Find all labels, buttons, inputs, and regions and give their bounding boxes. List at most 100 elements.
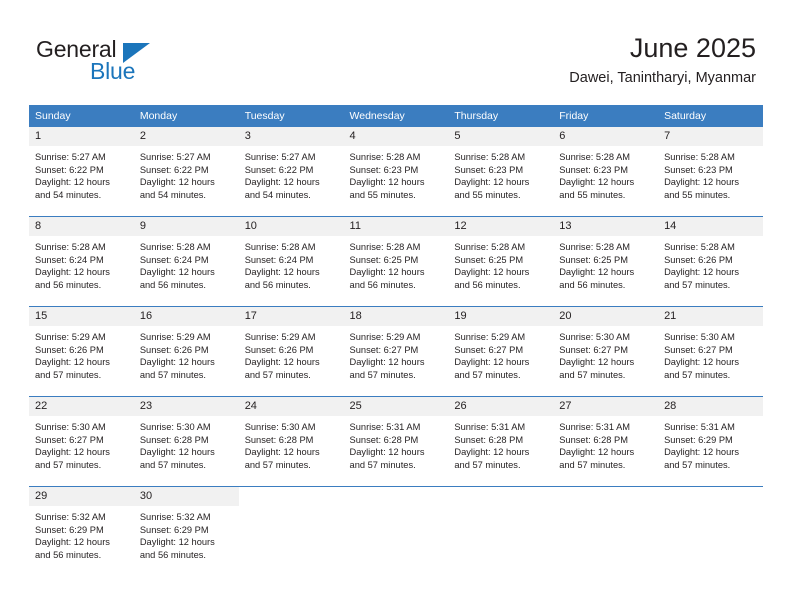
day-cell[interactable]: 5 Sunrise: 5:28 AM Sunset: 6:23 PM Dayli…	[448, 127, 554, 217]
daylight-text-line1: Daylight: 12 hours	[454, 267, 530, 278]
day-number: 6	[553, 127, 659, 146]
daylight-text-line2: and 57 minutes.	[349, 459, 416, 470]
sunset-text: Sunset: 6:24 PM	[139, 254, 209, 265]
daylight-text-line2: and 54 minutes.	[35, 189, 102, 200]
day-cell[interactable]: 10 Sunrise: 5:28 AM Sunset: 6:24 PM Dayl…	[238, 216, 344, 307]
day-cell[interactable]: 30 Sunrise: 5:32 AM Sunset: 6:29 PM Dayl…	[133, 486, 239, 576]
day-info: Sunrise: 5:29 AM Sunset: 6:26 PM Dayligh…	[134, 326, 239, 381]
day-cell[interactable]: 13 Sunrise: 5:28 AM Sunset: 6:25 PM Dayl…	[553, 216, 659, 307]
sunrise-text: Sunrise: 5:28 AM	[139, 242, 211, 252]
daylight-text-line1: Daylight: 12 hours	[244, 177, 320, 188]
sunset-text: Sunset: 6:28 PM	[349, 434, 419, 445]
day-info: Sunrise: 5:30 AM Sunset: 6:28 PM Dayligh…	[134, 416, 239, 471]
sunrise-text: Sunrise: 5:30 AM	[559, 332, 631, 342]
day-info: Sunrise: 5:28 AM Sunset: 6:23 PM Dayligh…	[448, 146, 553, 201]
sunset-text: Sunset: 6:25 PM	[559, 254, 628, 265]
day-cell[interactable]: 14 Sunrise: 5:28 AM Sunset: 6:26 PM Dayl…	[658, 216, 763, 307]
day-number: 17	[238, 307, 344, 326]
sunset-text: Sunset: 6:23 PM	[664, 164, 733, 175]
day-info: Sunrise: 5:28 AM Sunset: 6:24 PM Dayligh…	[239, 236, 344, 291]
day-cell[interactable]: 15 Sunrise: 5:29 AM Sunset: 6:26 PM Dayl…	[29, 306, 134, 397]
daylight-text-line2: and 55 minutes.	[559, 189, 626, 200]
day-info: Sunrise: 5:28 AM Sunset: 6:23 PM Dayligh…	[553, 146, 658, 201]
daylight-text-line1: Daylight: 12 hours	[559, 357, 635, 368]
day-cell[interactable]: 18 Sunrise: 5:29 AM Sunset: 6:27 PM Dayl…	[343, 306, 449, 397]
day-cell[interactable]: 20 Sunrise: 5:30 AM Sunset: 6:27 PM Dayl…	[553, 306, 659, 397]
day-cell[interactable]: 11 Sunrise: 5:28 AM Sunset: 6:25 PM Dayl…	[343, 216, 449, 307]
daylight-text-line1: Daylight: 12 hours	[244, 447, 320, 458]
day-cell[interactable]: 19 Sunrise: 5:29 AM Sunset: 6:27 PM Dayl…	[448, 306, 554, 397]
day-cell[interactable]: 9 Sunrise: 5:28 AM Sunset: 6:24 PM Dayli…	[133, 216, 239, 307]
sunset-text: Sunset: 6:26 PM	[35, 344, 104, 355]
sunrise-text: Sunrise: 5:27 AM	[35, 152, 106, 162]
day-cell[interactable]: 3 Sunrise: 5:27 AM Sunset: 6:22 PM Dayli…	[238, 127, 344, 217]
sunrise-text: Sunrise: 5:28 AM	[349, 242, 421, 252]
daylight-text-line1: Daylight: 12 hours	[35, 447, 110, 458]
sunset-text: Sunset: 6:29 PM	[664, 434, 733, 445]
day-cell[interactable]: 23 Sunrise: 5:30 AM Sunset: 6:28 PM Dayl…	[133, 396, 239, 487]
weekday-header-sunday: Sunday	[29, 105, 134, 127]
day-cell[interactable]: 21 Sunrise: 5:30 AM Sunset: 6:27 PM Dayl…	[658, 306, 763, 397]
sunrise-text: Sunrise: 5:31 AM	[349, 422, 421, 432]
sunrise-text: Sunrise: 5:29 AM	[349, 332, 421, 342]
day-number: 27	[553, 397, 659, 416]
sunset-text: Sunset: 6:22 PM	[35, 164, 104, 175]
daylight-text-line2: and 55 minutes.	[664, 189, 731, 200]
brand-logo[interactable]: General Blue	[36, 36, 236, 86]
day-info: Sunrise: 5:29 AM Sunset: 6:26 PM Dayligh…	[239, 326, 344, 381]
day-info: Sunrise: 5:29 AM Sunset: 6:27 PM Dayligh…	[344, 326, 449, 381]
daylight-text-line1: Daylight: 12 hours	[349, 177, 425, 188]
sunrise-text: Sunrise: 5:30 AM	[244, 422, 316, 432]
day-cell[interactable]: 1 Sunrise: 5:27 AM Sunset: 6:22 PM Dayli…	[29, 127, 134, 217]
sunrise-text: Sunrise: 5:29 AM	[35, 332, 106, 342]
day-cell[interactable]: 8 Sunrise: 5:28 AM Sunset: 6:24 PM Dayli…	[29, 216, 134, 307]
day-number: 8	[29, 217, 134, 236]
day-cell[interactable]: 4 Sunrise: 5:28 AM Sunset: 6:23 PM Dayli…	[343, 127, 449, 217]
day-number: 4	[343, 127, 449, 146]
day-cell[interactable]: 24 Sunrise: 5:30 AM Sunset: 6:28 PM Dayl…	[238, 396, 344, 487]
day-info: Sunrise: 5:27 AM Sunset: 6:22 PM Dayligh…	[134, 146, 239, 201]
daylight-text-line1: Daylight: 12 hours	[454, 357, 530, 368]
daylight-text-line2: and 57 minutes.	[349, 369, 416, 380]
week-row: 29 Sunrise: 5:32 AM Sunset: 6:29 PM Dayl…	[29, 486, 763, 576]
daylight-text-line2: and 56 minutes.	[35, 549, 102, 560]
day-cell[interactable]: 25 Sunrise: 5:31 AM Sunset: 6:28 PM Dayl…	[343, 396, 449, 487]
day-cell[interactable]: 28 Sunrise: 5:31 AM Sunset: 6:29 PM Dayl…	[658, 396, 763, 487]
daylight-text-line1: Daylight: 12 hours	[664, 357, 739, 368]
day-number: 30	[133, 487, 239, 506]
day-info: Sunrise: 5:28 AM Sunset: 6:24 PM Dayligh…	[29, 236, 134, 291]
day-cell[interactable]: 27 Sunrise: 5:31 AM Sunset: 6:28 PM Dayl…	[553, 396, 659, 487]
day-cell[interactable]: 22 Sunrise: 5:30 AM Sunset: 6:27 PM Dayl…	[29, 396, 134, 487]
day-number: 29	[29, 487, 134, 506]
day-cell[interactable]: 29 Sunrise: 5:32 AM Sunset: 6:29 PM Dayl…	[29, 486, 134, 576]
weekday-header-friday: Friday	[553, 105, 659, 127]
sunset-text: Sunset: 6:27 PM	[454, 344, 524, 355]
day-number: 2	[133, 127, 239, 146]
sunset-text: Sunset: 6:26 PM	[139, 344, 209, 355]
day-cell[interactable]: 16 Sunrise: 5:29 AM Sunset: 6:26 PM Dayl…	[133, 306, 239, 397]
day-number: 15	[29, 307, 134, 326]
day-number: 20	[553, 307, 659, 326]
day-cell[interactable]: 6 Sunrise: 5:28 AM Sunset: 6:23 PM Dayli…	[553, 127, 659, 217]
daylight-text-line1: Daylight: 12 hours	[139, 177, 215, 188]
sunrise-text: Sunrise: 5:27 AM	[139, 152, 211, 162]
day-info: Sunrise: 5:30 AM Sunset: 6:28 PM Dayligh…	[239, 416, 344, 471]
day-cell[interactable]: 17 Sunrise: 5:29 AM Sunset: 6:26 PM Dayl…	[238, 306, 344, 397]
day-info: Sunrise: 5:28 AM Sunset: 6:23 PM Dayligh…	[658, 146, 763, 201]
day-number: 25	[343, 397, 449, 416]
daylight-text-line1: Daylight: 12 hours	[664, 177, 739, 188]
day-number: 10	[238, 217, 344, 236]
day-cell[interactable]: 2 Sunrise: 5:27 AM Sunset: 6:22 PM Dayli…	[133, 127, 239, 217]
day-cell[interactable]: 26 Sunrise: 5:31 AM Sunset: 6:28 PM Dayl…	[448, 396, 554, 487]
day-cell[interactable]: 7 Sunrise: 5:28 AM Sunset: 6:23 PM Dayli…	[658, 127, 763, 217]
sunset-text: Sunset: 6:23 PM	[454, 164, 524, 175]
daylight-text-line1: Daylight: 12 hours	[559, 267, 635, 278]
week-row: 22 Sunrise: 5:30 AM Sunset: 6:27 PM Dayl…	[29, 396, 763, 487]
day-cell[interactable]: 12 Sunrise: 5:28 AM Sunset: 6:25 PM Dayl…	[448, 216, 554, 307]
sunrise-text: Sunrise: 5:28 AM	[559, 152, 631, 162]
day-number	[448, 487, 554, 493]
daylight-text-line1: Daylight: 12 hours	[664, 447, 739, 458]
sunset-text: Sunset: 6:26 PM	[244, 344, 314, 355]
weekday-header-saturday: Saturday	[658, 105, 763, 127]
day-info: Sunrise: 5:30 AM Sunset: 6:27 PM Dayligh…	[29, 416, 134, 471]
